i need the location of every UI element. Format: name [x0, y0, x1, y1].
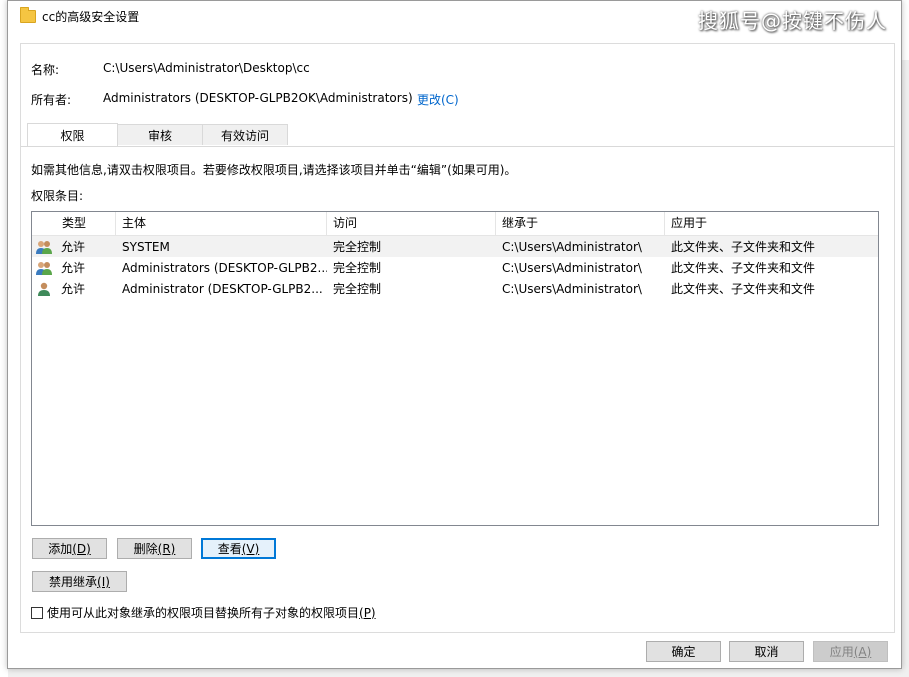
owner-label: 所有者:: [31, 93, 72, 107]
change-owner-link[interactable]: 更改(C): [417, 91, 459, 108]
folder-icon: [20, 7, 36, 23]
row-inherited-from: C:\Users\Administrator\: [502, 281, 642, 296]
disable-inheritance-button[interactable]: 禁用继承 (I): [32, 571, 127, 592]
replace-child-permissions-key: (P): [359, 605, 376, 620]
disable-inheritance-key: (I): [97, 574, 110, 589]
add-button-key: (D): [72, 541, 91, 556]
row-type: 允许: [61, 240, 86, 254]
view-button-key: (V): [241, 541, 260, 556]
apply-button-key: (A): [853, 644, 872, 659]
replace-child-permissions-checkbox[interactable]: [31, 606, 43, 619]
row-access: 完全控制: [333, 261, 382, 275]
remove-button[interactable]: 删除 (R): [117, 538, 192, 559]
row-inherited-from: C:\Users\Administrator\: [502, 239, 642, 254]
name-value: C:\Users\Administrator\Desktop\cc: [103, 61, 310, 75]
view-button[interactable]: 查看 (V): [201, 538, 276, 559]
column-header-access[interactable]: 访问: [327, 212, 496, 235]
permission-entries-list[interactable]: 类型 主体 访问 继承于 应用于 允许 SYSTEM 完全控制 C:\Users…: [31, 211, 879, 526]
row-principal: Administrator (DESKTOP-GLPB2...: [122, 281, 323, 296]
remove-button-label: 删除: [133, 542, 158, 556]
row-type: 允许: [61, 261, 86, 275]
row-applies-to: 此文件夹、子文件夹和文件: [671, 282, 816, 296]
add-button[interactable]: 添加 (D): [32, 538, 107, 559]
table-row[interactable]: 允许 Administrators (DESKTOP-GLPB2... 完全控制…: [32, 257, 878, 278]
advanced-security-dialog: cc的高级安全设置 搜狐号@按键不伤人 名称: C:\Users\Adminis…: [7, 0, 902, 669]
add-button-label: 添加: [48, 542, 73, 556]
dialog-content: 名称: C:\Users\Administrator\Desktop\cc 所有…: [20, 43, 895, 633]
group-users-icon: [35, 239, 53, 255]
tab-auditing[interactable]: 审核: [117, 124, 203, 145]
disable-inheritance-label: 禁用继承: [49, 575, 98, 589]
column-header-type[interactable]: 类型: [32, 212, 116, 235]
table-row[interactable]: 允许 Administrator (DESKTOP-GLPB2... 完全控制 …: [32, 278, 878, 299]
permission-entries-label: 权限条目:: [31, 189, 84, 203]
apply-button[interactable]: 应用 (A): [813, 641, 888, 662]
row-inherited-from: C:\Users\Administrator\: [502, 260, 642, 275]
replace-child-permissions-label: 使用可从此对象继承的权限项目替换所有子对象的权限项目: [47, 606, 360, 620]
owner-value: Administrators (DESKTOP-GLPB2OK\Administ…: [103, 91, 413, 105]
column-header-inherited-from[interactable]: 继承于: [496, 212, 665, 235]
row-access: 完全控制: [333, 282, 382, 296]
group-users-icon: [35, 260, 53, 276]
cancel-button[interactable]: 取消: [729, 641, 804, 662]
table-row[interactable]: 允许 SYSTEM 完全控制 C:\Users\Administrator\ 此…: [32, 236, 878, 257]
name-label: 名称:: [31, 63, 60, 77]
watermark-text: 搜狐号@按键不伤人: [698, 9, 887, 33]
row-principal: SYSTEM: [122, 239, 170, 254]
row-principal: Administrators (DESKTOP-GLPB2...: [122, 260, 327, 275]
tab-strip: 权限 审核 有效访问: [27, 123, 288, 146]
row-access: 完全控制: [333, 240, 382, 254]
list-header: 类型 主体 访问 继承于 应用于: [32, 212, 878, 236]
row-applies-to: 此文件夹、子文件夹和文件: [671, 240, 816, 254]
replace-child-permissions-row[interactable]: 使用可从此对象继承的权限项目替换所有子对象的权限项目 (P): [31, 604, 376, 621]
row-applies-to: 此文件夹、子文件夹和文件: [671, 261, 816, 275]
window-title: cc的高级安全设置: [42, 10, 140, 24]
apply-button-label: 应用: [829, 645, 854, 659]
column-header-applies-to[interactable]: 应用于: [665, 212, 878, 235]
help-hint-text: 如需其他信息,请双击权限项目。若要修改权限项目,请选择该项目并单击“编辑”(如果…: [31, 163, 517, 177]
tab-effective-access[interactable]: 有效访问: [202, 124, 288, 145]
remove-button-key: (R): [157, 541, 176, 556]
column-header-principal[interactable]: 主体: [116, 212, 327, 235]
tab-panel-divider: [21, 146, 894, 147]
single-user-icon: [35, 281, 53, 297]
tab-permissions[interactable]: 权限: [27, 123, 118, 146]
view-button-label: 查看: [217, 542, 242, 556]
row-type: 允许: [61, 282, 86, 296]
ok-button[interactable]: 确定: [646, 641, 721, 662]
